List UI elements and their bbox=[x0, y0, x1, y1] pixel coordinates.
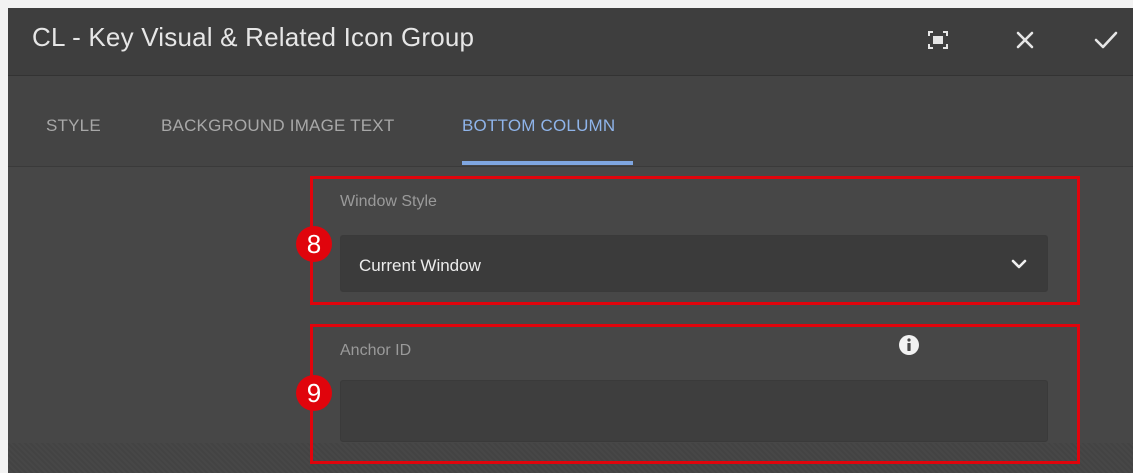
tab-background-image-text[interactable]: BACKGROUND IMAGE TEXT bbox=[161, 116, 394, 136]
fullscreen-icon bbox=[928, 31, 948, 49]
annotation-badge-8: 8 bbox=[296, 226, 332, 262]
tab-bar: STYLE BACKGROUND IMAGE TEXT BOTTOM COLUM… bbox=[8, 76, 1133, 167]
chevron-down-icon bbox=[1011, 259, 1027, 269]
checkmark-icon bbox=[1094, 31, 1118, 49]
dialog-title: CL - Key Visual & Related Icon Group bbox=[32, 22, 475, 52]
anchor-id-label: Anchor ID bbox=[340, 342, 412, 359]
confirm-button[interactable] bbox=[1084, 18, 1128, 62]
active-tab-indicator bbox=[462, 161, 633, 165]
info-icon[interactable] bbox=[898, 334, 920, 356]
fullscreen-button[interactable] bbox=[916, 18, 960, 62]
window-style-label: Window Style bbox=[340, 193, 437, 210]
tab-style[interactable]: STYLE bbox=[46, 116, 101, 136]
background-pattern bbox=[8, 443, 1133, 473]
close-icon bbox=[1016, 31, 1034, 49]
close-button[interactable] bbox=[1003, 18, 1047, 62]
anchor-id-input[interactable] bbox=[340, 380, 1048, 442]
annotation-badge-9: 9 bbox=[296, 375, 332, 411]
dialog: CL - Key Visual & Related Icon Group STY… bbox=[8, 8, 1133, 473]
window-style-value: Current Window bbox=[359, 256, 481, 275]
window-style-select[interactable]: Current Window bbox=[340, 235, 1048, 292]
dialog-titlebar: CL - Key Visual & Related Icon Group bbox=[8, 8, 1133, 76]
tab-bottom-column[interactable]: BOTTOM COLUMN bbox=[462, 116, 615, 136]
